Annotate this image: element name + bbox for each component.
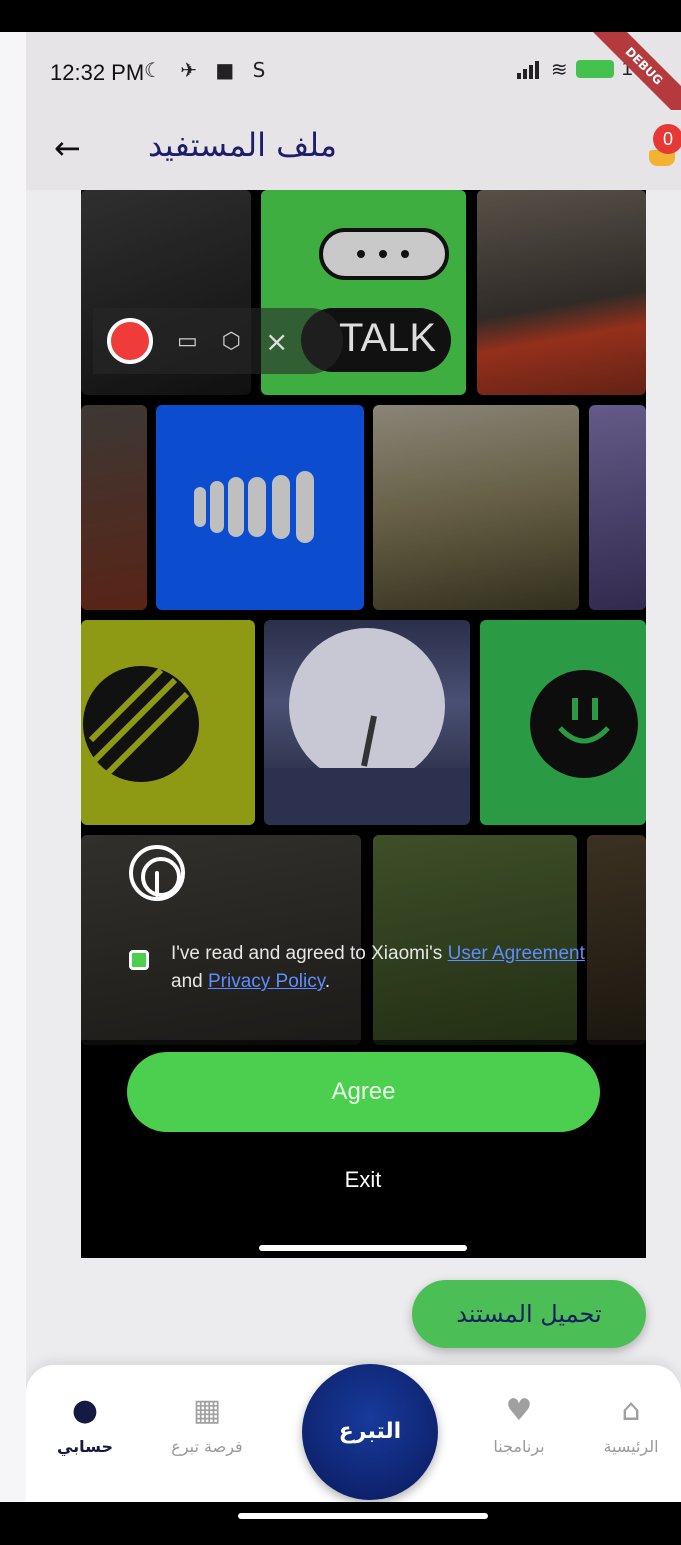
app-bar: ← ملف المستفيد 0 bbox=[26, 110, 681, 190]
nav-label: حسابي bbox=[56, 1437, 113, 1456]
left-gutter bbox=[0, 32, 26, 1502]
wallpaper-tile bbox=[477, 190, 646, 395]
wallpaper-tile-audio bbox=[156, 405, 364, 610]
nav-label: فرصة تبرع bbox=[171, 1437, 243, 1456]
top-letterbox bbox=[0, 0, 681, 32]
agreement-text: I've read and agreed to Xiaomi's User Ag… bbox=[171, 940, 611, 996]
screen-recorder-bar: ▭ ⬡ × bbox=[93, 308, 343, 374]
upload-document-button[interactable]: تحميل المستند bbox=[412, 1280, 646, 1348]
phone-screen: 12:32 PM ☾ ✈ ■ S ≋ 100 DEBUG ← ملف المست… bbox=[26, 32, 681, 1502]
main-content: TALK ▭ ⬡ × I've read and agreed to Xiaom… bbox=[26, 190, 681, 1395]
nav-label: برنامجنا bbox=[493, 1437, 545, 1456]
signal-icon bbox=[516, 59, 543, 79]
wallpaper-tile-smiley bbox=[480, 620, 646, 825]
battery-icon bbox=[575, 60, 614, 78]
xiaomi-agreement-overlay: TALK ▭ ⬡ × I've read and agreed to Xiaom… bbox=[81, 190, 646, 1258]
moon-figure-icon bbox=[264, 628, 470, 825]
wallpaper-tile-stripes bbox=[81, 620, 255, 825]
nav-item-our-programs[interactable]: ♥ برنامجنا bbox=[464, 1391, 574, 1456]
exit-button[interactable]: Exit bbox=[313, 1160, 413, 1200]
wallpaper-tile bbox=[373, 405, 579, 610]
agreement-prefix: I've read and agreed to Xiaomi's bbox=[171, 943, 448, 964]
status-left-icons: ☾ ✈ ■ S bbox=[144, 58, 272, 82]
home-icon: ⌂ bbox=[621, 1393, 641, 1428]
agreement-checkbox[interactable] bbox=[129, 950, 149, 970]
audio-wave-icon bbox=[194, 471, 314, 543]
grid-plus-icon: ▦ bbox=[192, 1393, 222, 1428]
agreement-and: and bbox=[171, 971, 208, 992]
arrow-left-icon[interactable]: ← bbox=[54, 128, 94, 168]
settings-icon[interactable]: ⬡ bbox=[222, 329, 241, 354]
talk-label: TALK bbox=[339, 316, 437, 360]
home-indicator bbox=[238, 1513, 488, 1519]
privacy-policy-link[interactable]: Privacy Policy bbox=[208, 971, 325, 992]
stripe-circle-icon bbox=[83, 666, 199, 782]
bell-icon[interactable]: 0 bbox=[647, 124, 681, 172]
nav-item-home[interactable]: ⌂ الرئيسية bbox=[581, 1391, 681, 1456]
wallpaper-tile-moon bbox=[264, 620, 470, 825]
wifi-icon: ≋ bbox=[550, 57, 568, 81]
page-title: ملف المستفيد bbox=[148, 126, 338, 164]
status-time: 12:32 PM bbox=[50, 60, 145, 85]
smiley-icon bbox=[530, 670, 638, 778]
record-button[interactable] bbox=[107, 318, 153, 364]
agree-button[interactable]: Agree bbox=[127, 1052, 600, 1132]
hand-heart-icon: ♥ bbox=[505, 1393, 533, 1428]
screen: 12:32 PM ☾ ✈ ■ S ≋ 100 DEBUG ← ملف المست… bbox=[0, 0, 681, 1545]
person-icon: ● bbox=[71, 1393, 99, 1428]
folder-icon[interactable]: ▭ bbox=[177, 329, 198, 354]
nav-item-my-account[interactable]: ● حسابي bbox=[30, 1391, 140, 1456]
broadcast-icon bbox=[129, 845, 185, 901]
overlay-home-indicator bbox=[259, 1245, 467, 1251]
nav-item-donation-opportunity[interactable]: ▦ فرصة تبرع bbox=[152, 1391, 262, 1456]
bottom-letterbox bbox=[0, 1502, 681, 1545]
agreement-period: . bbox=[324, 971, 331, 992]
wallpaper-tile bbox=[81, 405, 147, 610]
nav-label: الرئيسية bbox=[603, 1437, 659, 1456]
quick-donation-button[interactable]: التبرع السريع bbox=[302, 1364, 438, 1500]
status-bar: 12:32 PM ☾ ✈ ■ S ≋ 100 DEBUG bbox=[26, 32, 681, 128]
user-agreement-link[interactable]: User Agreement bbox=[448, 943, 585, 964]
wallpaper-tile bbox=[589, 405, 646, 610]
notification-badge: 0 bbox=[653, 124, 681, 154]
close-icon[interactable]: × bbox=[265, 325, 288, 358]
